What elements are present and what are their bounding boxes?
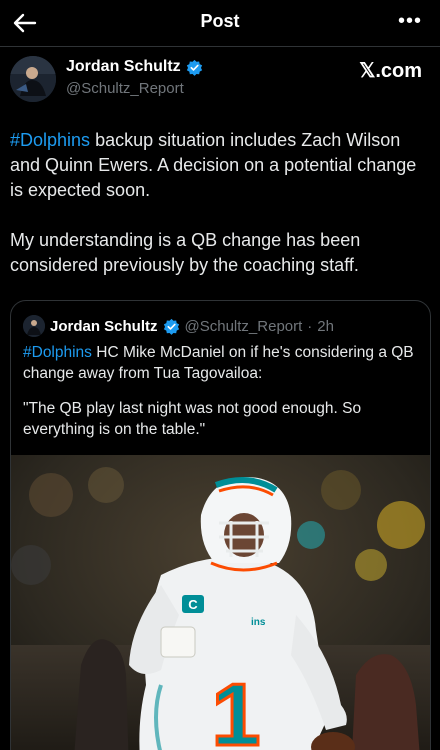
- page-title: Post: [200, 11, 240, 31]
- quoted-author-handle[interactable]: @Schultz_Report: [185, 318, 303, 335]
- x-logo-icon[interactable]: 𝕏.com: [359, 58, 422, 83]
- quoted-timestamp[interactable]: 2h: [317, 318, 334, 335]
- author-name[interactable]: Jordan Schultz: [66, 58, 181, 76]
- captain-patch-text: C: [188, 597, 198, 612]
- post-paragraph-2: My understanding is a QB change has been…: [10, 230, 361, 275]
- quoted-photo[interactable]: C 1 ins: [11, 455, 431, 750]
- avatar[interactable]: [10, 56, 56, 102]
- post-paragraph-1: #Dolphins backup situation includes Zach…: [10, 128, 430, 203]
- quoted-author-name[interactable]: Jordan Schultz: [50, 318, 158, 335]
- quoted-header: Jordan Schultz @Schultz_Report · 2h: [23, 315, 334, 337]
- post-body: #Dolphins backup situation includes Zach…: [10, 128, 430, 303]
- quoted-body: #Dolphins HC Mike McDaniel on if he's co…: [23, 342, 423, 454]
- svg-text:ins: ins: [251, 617, 266, 628]
- header-divider: [0, 46, 440, 47]
- quoted-paragraph-2: "The QB play last night was not good eno…: [23, 400, 362, 438]
- quoted-avatar[interactable]: [23, 315, 45, 337]
- more-dots-icon[interactable]: •••: [398, 10, 422, 33]
- quoted-separator: ·: [307, 317, 313, 335]
- quoted-paragraph-1: #Dolphins HC Mike McDaniel on if he's co…: [23, 342, 423, 384]
- verified-badge-icon: [163, 318, 179, 335]
- hashtag-link[interactable]: #Dolphins: [23, 344, 92, 361]
- jersey-number: 1: [212, 665, 261, 750]
- top-bar: Post •••: [0, 0, 440, 46]
- author-name-row[interactable]: Jordan Schultz: [66, 58, 203, 76]
- quoted-post[interactable]: Jordan Schultz @Schultz_Report · 2h #Dol…: [10, 300, 431, 750]
- author-handle[interactable]: @Schultz_Report: [66, 80, 184, 97]
- hashtag-link[interactable]: #Dolphins: [10, 130, 90, 150]
- verified-badge-icon: [186, 59, 202, 76]
